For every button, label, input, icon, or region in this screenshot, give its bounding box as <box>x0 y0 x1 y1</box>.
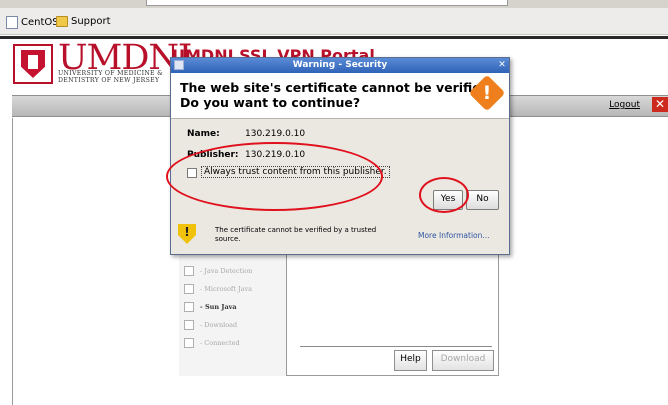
wizard-steps-panel: - Java Detection - Microsoft Java - Sun … <box>179 240 287 376</box>
bookmark-label: Support <box>71 16 111 27</box>
wizard-step: - Download <box>184 320 237 330</box>
logo-subtitle-line1: UNIVERSITY OF MEDICINE & <box>58 70 163 77</box>
annotation-circle-trust <box>166 142 383 211</box>
step-checkbox <box>184 338 194 348</box>
folder-icon <box>56 16 68 27</box>
logout-link[interactable]: Logout <box>609 100 640 110</box>
browser-toolbar <box>0 0 668 8</box>
logo-subtitle-line2: DENTISTRY OF NEW JERSEY <box>58 77 160 84</box>
exclamation-icon: ! <box>184 225 190 239</box>
help-button[interactable]: Help <box>394 350 427 371</box>
step-checkbox <box>184 266 194 276</box>
university-seal-logo <box>13 44 53 84</box>
step-checkbox <box>184 302 194 312</box>
exclamation-icon: ! <box>482 82 492 104</box>
wizard-step: - Connected <box>184 338 240 348</box>
download-button[interactable]: Download <box>432 350 494 371</box>
wizard-step-active: - Sun Java <box>184 302 237 312</box>
step-checkbox <box>184 284 194 294</box>
address-bar[interactable] <box>146 0 508 6</box>
no-button[interactable]: No <box>466 190 499 210</box>
close-icon[interactable]: ✕ <box>497 60 507 71</box>
page-icon <box>6 16 18 29</box>
dialog-title: Warning - Security <box>171 58 509 73</box>
bookmark-support[interactable]: Support <box>56 16 111 27</box>
annotation-circle-yes <box>419 177 469 213</box>
certificate-note-line2: source. <box>215 235 241 243</box>
dialog-headline: The web site's certificate cannot be ver… <box>180 80 495 95</box>
bookmark-centos[interactable]: CentOS <box>6 16 59 29</box>
close-icon[interactable]: ✕ <box>652 97 668 112</box>
bookmark-label: CentOS <box>21 17 59 28</box>
java-icon <box>174 60 184 70</box>
name-label: Name: <box>187 129 220 139</box>
bookmarks-bar: CentOS Support <box>0 8 668 35</box>
wizard-divider <box>300 346 492 347</box>
certificate-note-line1: The certificate cannot be verified by a … <box>215 226 377 234</box>
wizard-step: - Java Detection <box>184 266 252 276</box>
dialog-headline-question: Do you want to continue? <box>180 95 361 110</box>
name-value: 130.219.0.10 <box>245 129 306 139</box>
wizard-step: - Microsoft Java <box>184 284 252 294</box>
more-information-link[interactable]: More Information... <box>418 231 490 240</box>
step-checkbox <box>184 320 194 330</box>
